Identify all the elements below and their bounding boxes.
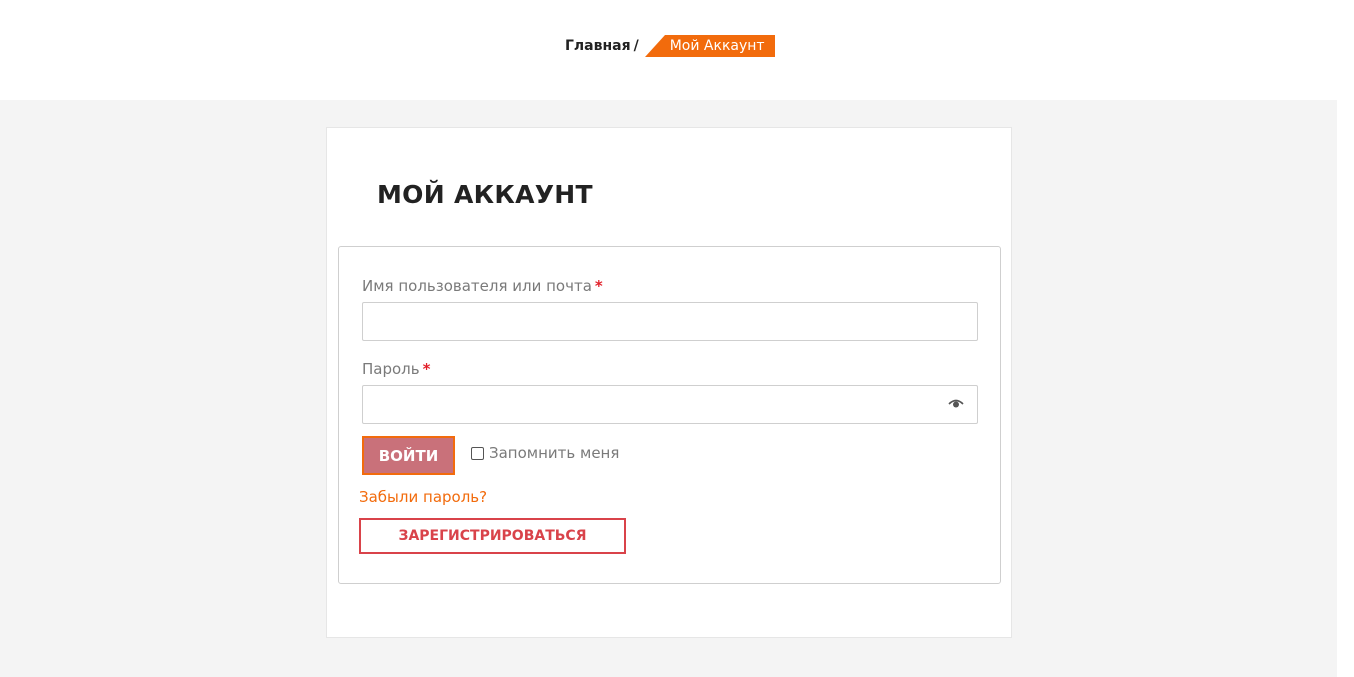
register-button[interactable]: ЗАРЕГИСТРИРОВАТЬСЯ [359,518,626,554]
breadcrumb: Главная / Мой Аккаунт [565,35,775,57]
login-form: Имя пользователя или почта * Пароль * ВОЙТ… [338,246,1001,584]
login-button[interactable]: ВОЙТИ [362,436,455,475]
account-card: МОЙ АККАУНТ Имя пользователя или почта * … [326,127,1012,638]
breadcrumb-arrow-shape [644,35,665,57]
breadcrumb-current: Мой Аккаунт [644,35,775,57]
required-mark: * [422,360,431,378]
remember-label: Запомнить меня [489,444,620,462]
eye-icon[interactable] [948,397,964,409]
breadcrumb-home-link[interactable]: Главная [565,35,631,57]
remember-me[interactable]: Запомнить меня [471,444,619,462]
breadcrumb-current-label: Мой Аккаунт [664,35,775,57]
breadcrumb-separator: / [633,38,639,54]
forgot-password-link[interactable]: Забыли пароль? [359,488,487,506]
top-bar: Главная / Мой Аккаунт [0,0,1337,100]
password-input[interactable] [362,385,978,424]
remember-checkbox[interactable] [471,446,484,460]
username-label: Имя пользователя или почта * [362,277,603,295]
password-label: Пароль * [362,360,430,378]
required-mark: * [594,277,603,295]
page-title: МОЙ АККАУНТ [377,180,593,209]
password-label-text: Пароль [362,360,420,378]
username-input[interactable] [362,302,978,341]
username-label-text: Имя пользователя или почта [362,277,592,295]
